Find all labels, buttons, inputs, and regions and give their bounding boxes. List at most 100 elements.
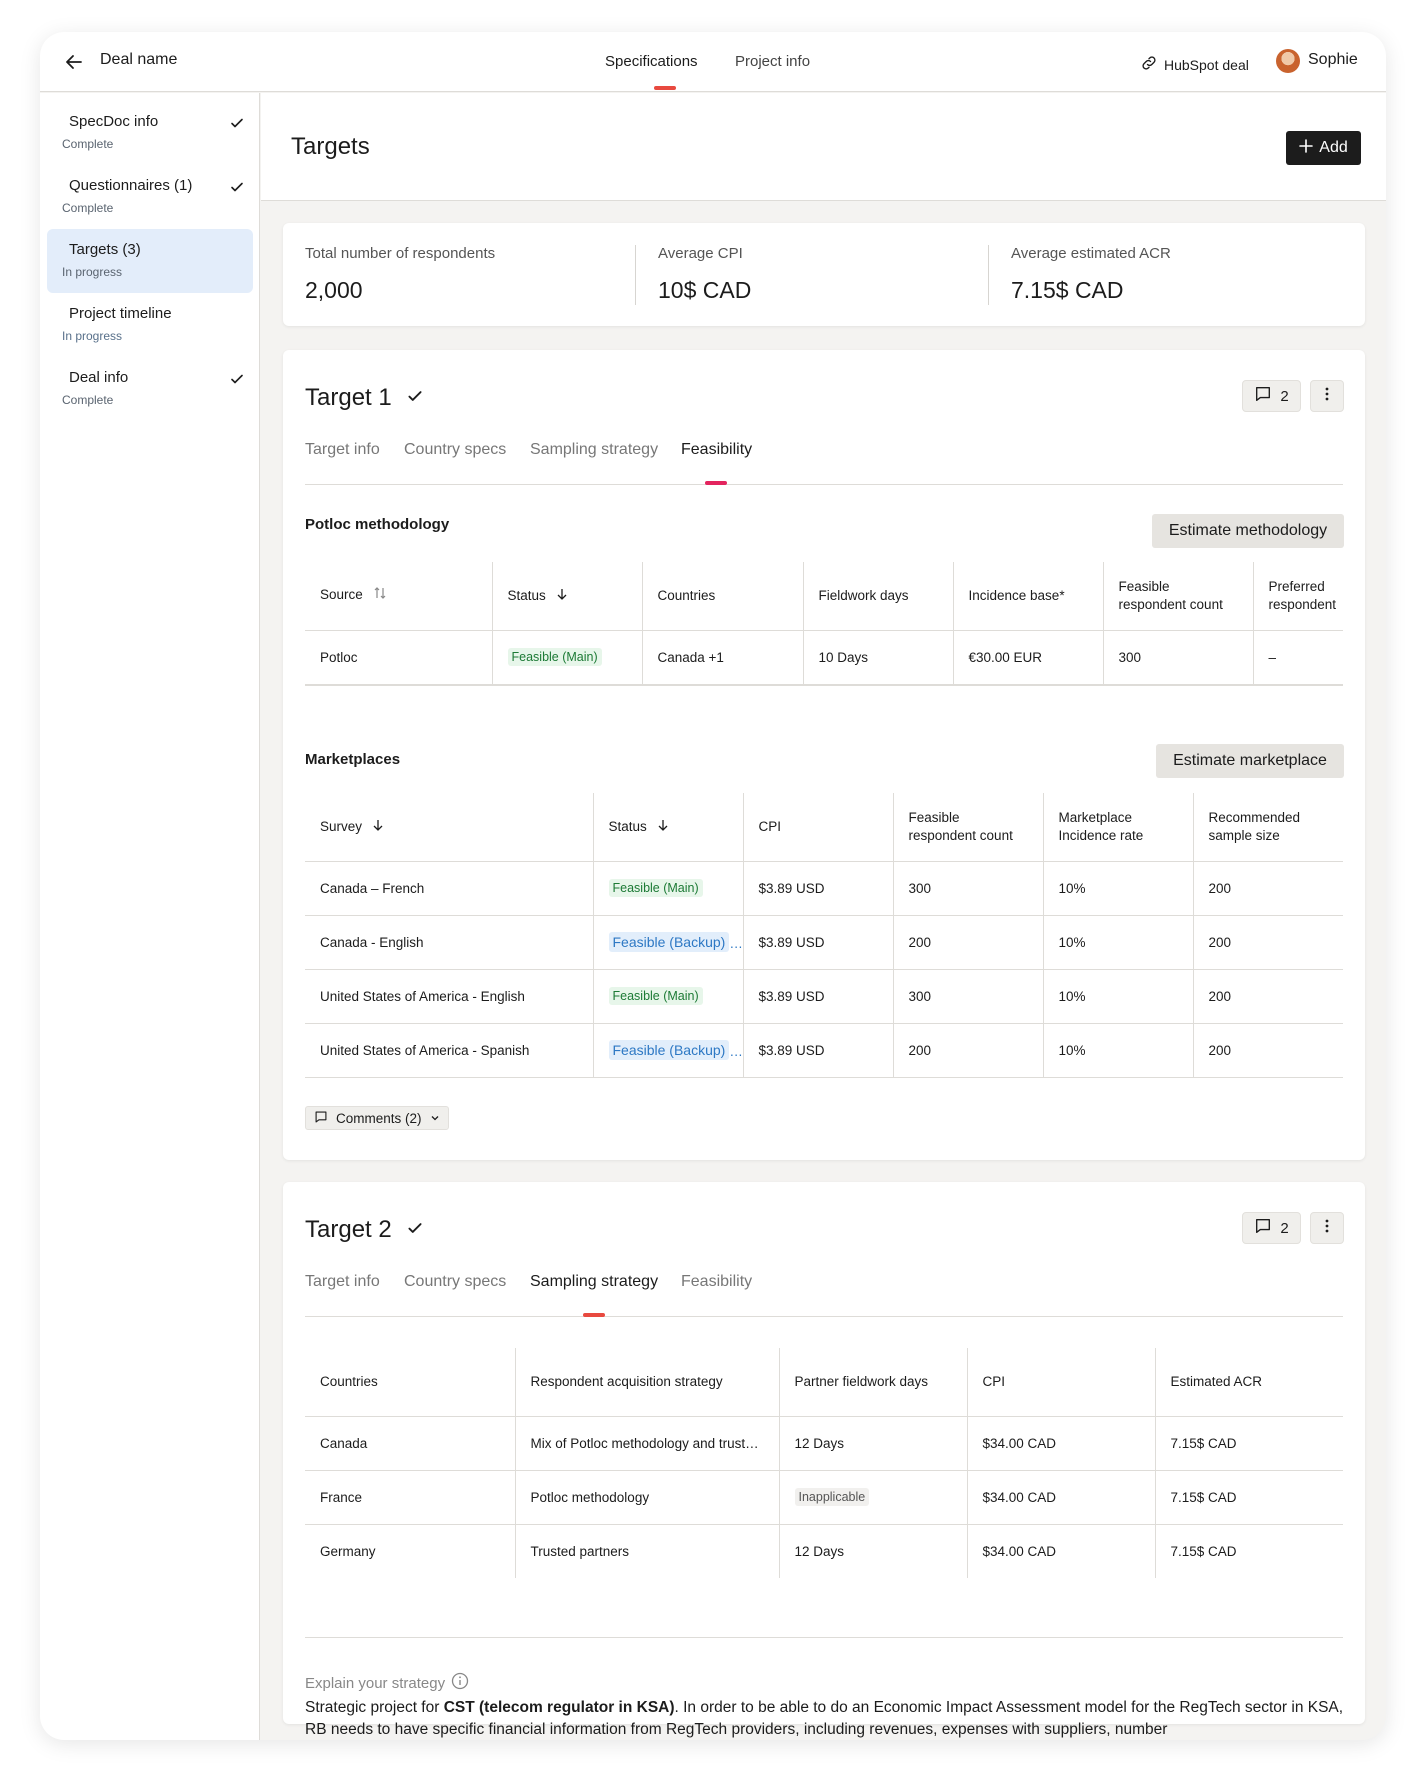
cell-sample-size: 200: [1192, 915, 1343, 970]
tab-project-info[interactable]: Project info: [735, 53, 810, 70]
marketplaces-title: Marketplaces: [305, 751, 401, 768]
sidebar-item-label: Targets (3): [69, 241, 141, 258]
cell-survey: Canada - English: [305, 915, 593, 970]
more-vertical-icon: [1325, 1219, 1329, 1237]
check-icon: [229, 179, 245, 195]
tab-country-specs[interactable]: Country specs: [404, 1273, 506, 1291]
more-options-button[interactable]: [1310, 1212, 1344, 1244]
cell-status: Feasible (Main): [592, 969, 743, 1024]
tab-sampling-strategy[interactable]: Sampling strategy: [530, 1273, 658, 1291]
cell-status: Feasible (Main): [592, 861, 743, 916]
cell-survey: Canada – French: [305, 861, 593, 916]
cell-sample-size: 200: [1192, 969, 1343, 1024]
arrow-down-icon: [556, 587, 568, 605]
sidebar-item-status: Complete: [62, 137, 114, 151]
avatar[interactable]: [1276, 49, 1300, 73]
explain-strategy-label: Explain your strategy: [305, 1672, 469, 1694]
column-header-source[interactable]: Source: [305, 562, 492, 631]
cell-country: Canada: [305, 1416, 515, 1471]
hubspot-label: HubSpot deal: [1164, 56, 1249, 73]
table-header-row: Countries Respondent acquisition strateg…: [305, 1348, 1343, 1417]
add-label: Add: [1319, 139, 1348, 156]
page-title: Targets: [291, 133, 370, 160]
chevron-down-icon: [430, 1111, 440, 1126]
sidebar-item-status: Complete: [62, 201, 114, 215]
table-header-row: Survey Status CPI Feasible respondent co…: [305, 793, 1343, 862]
stat-value: 7.15$ CAD: [1011, 277, 1124, 303]
comments-count-button[interactable]: 2: [1242, 380, 1301, 412]
sidebar-item-project-timeline[interactable]: Project timeline In progress: [47, 293, 253, 357]
methodology-title: Potloc methodology: [305, 516, 450, 533]
column-header-status[interactable]: Status: [491, 562, 642, 631]
cell-strategy: Trusted partners: [514, 1524, 779, 1578]
status-badge: Feasible (Backup): [608, 1040, 730, 1060]
active-tab-indicator: [705, 481, 727, 485]
cell-fieldwork-days: 12 Days: [778, 1416, 967, 1471]
tab-feasibility[interactable]: Feasibility: [681, 441, 752, 459]
summary-card: Total number of respondents 2,000 Averag…: [283, 223, 1365, 326]
top-header: Deal name Specifications Project info Hu…: [40, 32, 1386, 92]
status-badge: Feasible (Main): [507, 648, 602, 666]
cell-acr: 7.15$ CAD: [1154, 1470, 1343, 1525]
cell-strategy: Mix of Potloc methodology and trusted pa…: [514, 1416, 779, 1471]
column-header-survey[interactable]: Survey: [305, 793, 593, 862]
cell-cpi: $3.89 USD: [742, 1023, 893, 1078]
tab-country-specs[interactable]: Country specs: [404, 441, 506, 459]
sidebar-item-label: Questionnaires (1): [69, 177, 193, 194]
plus-icon: [1299, 138, 1314, 158]
table-row: United States of America - Spanish Feasi…: [305, 1023, 1343, 1078]
sidebar-item-status: In progress: [62, 265, 123, 279]
cell-cpi: $3.89 USD: [742, 969, 893, 1024]
info-icon[interactable]: [451, 1672, 469, 1694]
table-row: France Potloc methodology Inapplicable $…: [305, 1470, 1343, 1525]
cell-incidence-base: €30.00 EUR: [952, 630, 1103, 685]
estimate-marketplace-button[interactable]: Estimate marketplace: [1156, 744, 1344, 778]
target-2-tabs: Target info Country specs Sampling strat…: [305, 1273, 1343, 1317]
comments-count-button[interactable]: 2: [1242, 1212, 1301, 1244]
target-2-card: Target 2 2 Target info Country specs Sam…: [283, 1182, 1365, 1738]
comment-count: 2: [1280, 1219, 1289, 1237]
sidebar-item-specdoc-info[interactable]: SpecDoc info Complete: [47, 101, 253, 165]
tab-sampling-strategy[interactable]: Sampling strategy: [530, 441, 658, 459]
tab-specifications[interactable]: Specifications: [605, 53, 698, 70]
more-options-button[interactable]: [1310, 380, 1344, 412]
cell-feasible-count: 300: [892, 969, 1043, 1024]
sidebar-item-targets[interactable]: Targets (3) In progress: [47, 229, 253, 293]
estimate-methodology-button[interactable]: Estimate methodology: [1152, 514, 1344, 548]
tab-target-info[interactable]: Target info: [305, 1273, 380, 1291]
back-arrow-icon[interactable]: [62, 50, 86, 74]
column-header-fieldwork-days: Fieldwork days: [802, 562, 953, 631]
arrow-down-icon: [372, 818, 384, 836]
add-button[interactable]: Add: [1286, 131, 1361, 165]
table-row: Canada - English Feasible (Backup) $3.89…: [305, 915, 1343, 970]
cell-countries: Canada +1: [641, 630, 803, 685]
link-icon: [1140, 54, 1158, 75]
stat-total-respondents: Total number of respondents 2,000: [305, 245, 495, 304]
tab-target-info[interactable]: Target info: [305, 441, 380, 459]
column-header-feasible-count: Feasible respondent count: [1102, 562, 1253, 631]
cell-incidence-rate: 10%: [1042, 969, 1193, 1024]
column-header-countries: Countries: [641, 562, 803, 631]
column-header-status[interactable]: Status: [592, 793, 743, 862]
page-header: Targets Add: [261, 93, 1386, 201]
user-name[interactable]: Sophie: [1308, 51, 1358, 69]
comments-toggle-button[interactable]: Comments (2): [305, 1106, 449, 1130]
cell-status: Feasible (Backup): [592, 1023, 743, 1078]
column-header-countries: Countries: [305, 1348, 515, 1417]
methodology-table: Source Status Countries Fieldwork days I…: [305, 562, 1343, 685]
cell-acr: 7.15$ CAD: [1154, 1524, 1343, 1578]
sidebar-item-deal-info[interactable]: Deal info Complete: [47, 357, 253, 421]
tab-feasibility[interactable]: Feasibility: [681, 1273, 752, 1291]
table-row: Canada – French Feasible (Main) $3.89 US…: [305, 861, 1343, 916]
table-row: Canada Mix of Potloc methodology and tru…: [305, 1416, 1343, 1471]
sidebar-item-label: SpecDoc info: [69, 113, 159, 130]
sidebar-item-questionnaires[interactable]: Questionnaires (1) Complete: [47, 165, 253, 229]
cell-feasible-count: 300: [892, 861, 1043, 916]
inapplicable-badge: Inapplicable: [794, 1488, 870, 1506]
explain-label-text: Explain your strategy: [305, 1674, 446, 1692]
hubspot-deal-link[interactable]: HubSpot deal: [1140, 54, 1249, 75]
stat-label: Total number of respondents: [305, 245, 496, 262]
target-1-card: Target 1 2 Target info Country specs Sam…: [283, 350, 1365, 1160]
stat-label: Average estimated ACR: [1011, 245, 1171, 262]
sidebar: SpecDoc info Complete Questionnaires (1)…: [40, 93, 260, 1740]
